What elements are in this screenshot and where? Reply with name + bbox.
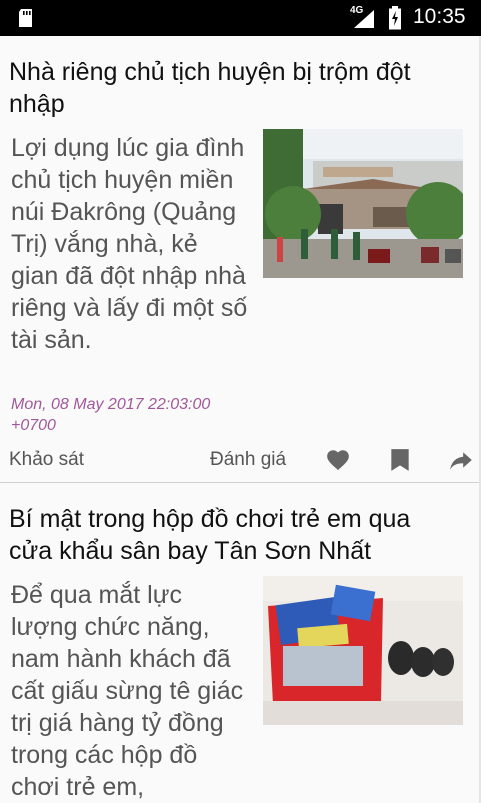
- article-card[interactable]: Bí mật trong hộp đồ chơi trẻ em qua cửa …: [0, 483, 481, 803]
- house-photo: [263, 129, 463, 278]
- heart-icon[interactable]: [325, 447, 351, 473]
- article-action-bar: Khảo sát Đánh giá: [0, 442, 481, 478]
- article-excerpt: Lợi dụng lúc gia đình chủ tịch huyện miề…: [11, 134, 248, 354]
- bookmark-icon[interactable]: [387, 447, 413, 473]
- article-title[interactable]: Bí mật trong hộp đồ chơi trẻ em qua cửa …: [9, 503, 459, 567]
- sd-card-icon: [19, 9, 32, 27]
- article-thumbnail[interactable]: [263, 129, 463, 278]
- share-icon[interactable]: [448, 447, 474, 473]
- rate-button[interactable]: Đánh giá: [210, 449, 286, 471]
- status-bar: 4G 10:35: [0, 0, 481, 36]
- clock: 10:35: [413, 5, 466, 28]
- toy-box-photo: [263, 576, 463, 725]
- article-excerpt: Để qua mắt lực lượng chức năng, nam hành…: [11, 581, 244, 801]
- signal-icon: [354, 10, 374, 28]
- article-date: Mon, 08 May 2017 22:03:00 +0700: [11, 396, 211, 434]
- battery-icon: [389, 6, 401, 30]
- article-card[interactable]: Nhà riêng chủ tịch huyện bị trộm đột nhậ…: [0, 36, 481, 482]
- article-thumbnail[interactable]: [263, 576, 463, 725]
- survey-button[interactable]: Khảo sát: [9, 449, 84, 471]
- article-title[interactable]: Nhà riêng chủ tịch huyện bị trộm đột nhậ…: [9, 56, 459, 120]
